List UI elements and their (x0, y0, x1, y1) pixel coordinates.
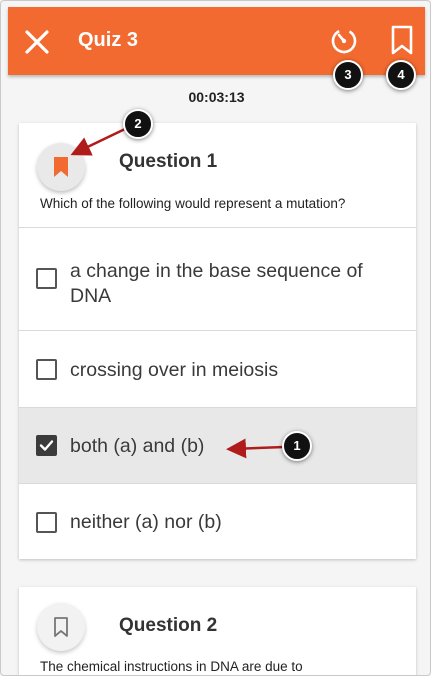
check-icon (39, 440, 54, 451)
question-text: Which of the following would represent a… (40, 196, 346, 211)
checkbox[interactable] (36, 359, 57, 380)
flag-question-button[interactable] (37, 143, 85, 191)
timer-icon (331, 28, 357, 54)
question-card: Question 1 Which of the following would … (19, 123, 416, 559)
checkbox[interactable] (36, 512, 57, 533)
app-bar: Quiz 3 (8, 7, 425, 75)
quiz-title: Quiz 3 (78, 29, 139, 51)
bookmark-icon (391, 25, 413, 55)
close-icon (25, 30, 49, 54)
answer-option[interactable]: a change in the base sequence of DNA (19, 227, 416, 330)
question-title: Question 2 (119, 615, 218, 636)
question-text: The chemical instructions in DNA are due… (40, 659, 303, 674)
answer-label: crossing over in meiosis (70, 359, 279, 381)
answer-option[interactable]: neither (a) nor (b) (19, 483, 416, 559)
bookmark-filled-icon (54, 157, 68, 177)
close-button[interactable] (22, 27, 52, 57)
question-card: Question 2 The chemical instructions in … (19, 587, 416, 675)
timer-button[interactable] (328, 24, 360, 56)
answer-label: a change in the base sequence of DNA (70, 260, 363, 307)
elapsed-time: 00:03:13 (188, 89, 245, 105)
callout-4: 4 (386, 60, 416, 90)
callout-1: 1 (282, 431, 312, 461)
answer-label: neither (a) nor (b) (70, 511, 222, 533)
callout-3: 3 (333, 60, 363, 90)
checkbox[interactable] (36, 268, 57, 289)
quiz-screen: Quiz 3 00:03:13 Question 1 Which of the … (0, 0, 431, 676)
answer-option[interactable]: crossing over in meiosis (19, 330, 416, 407)
answer-option-selected[interactable]: both (a) and (b) (19, 407, 416, 483)
flag-question-button[interactable] (37, 603, 85, 651)
checkbox-checked[interactable] (36, 435, 57, 456)
question-title: Question 1 (119, 151, 218, 172)
answer-label: both (a) and (b) (70, 435, 205, 457)
bookmark-outline-icon (54, 617, 68, 637)
callout-2: 2 (123, 109, 153, 139)
answer-options: a change in the base sequence of DNA cro… (19, 227, 416, 559)
bookmark-button[interactable] (388, 24, 416, 56)
